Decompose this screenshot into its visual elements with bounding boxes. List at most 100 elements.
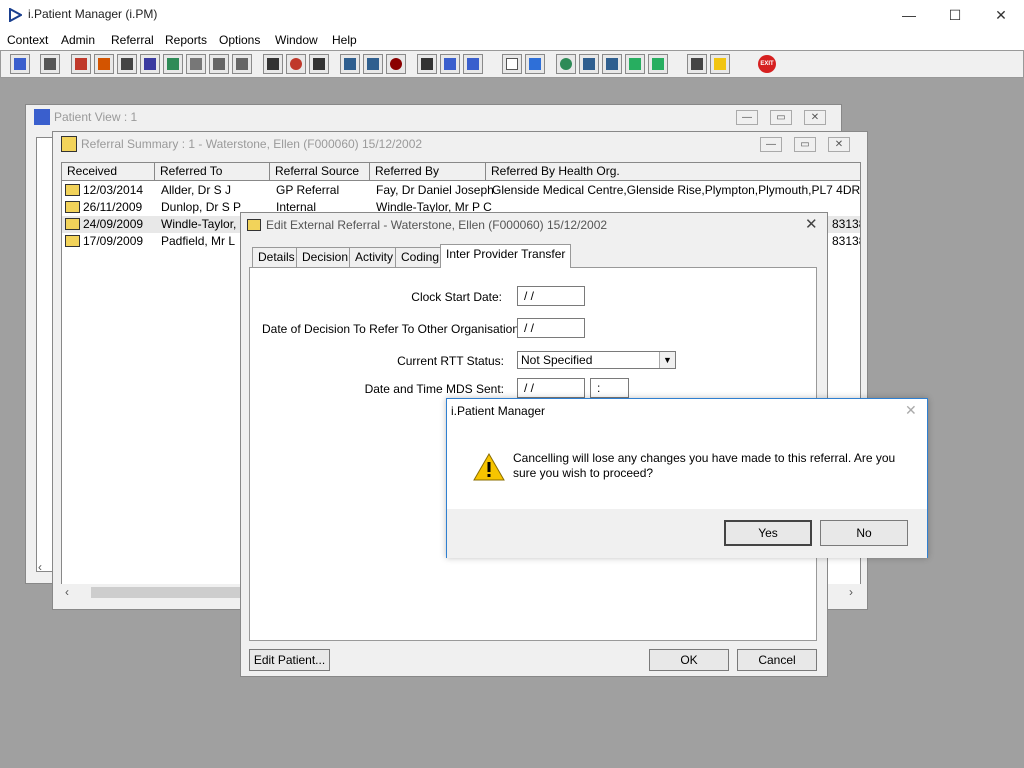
scroll-left-icon[interactable]: ‹ [38,560,42,574]
cell-referred-to: Allder, Dr S J [161,183,232,197]
screen-icon[interactable] [309,54,329,74]
warning-icon[interactable] [710,54,730,74]
patient-icon[interactable] [10,54,30,74]
message-box-footer: Yes No [447,509,927,558]
cell-received: 17/09/2009 [83,234,144,248]
maximize-icon[interactable]: ☐ [932,2,978,28]
edit-patient-button[interactable]: Edit Patient... [249,649,330,671]
printer-icon[interactable] [40,54,60,74]
column-header-referred-by[interactable]: Referred By [370,163,486,181]
check-icon[interactable] [579,54,599,74]
warning-icon [473,452,505,481]
clock-icon[interactable] [286,54,306,74]
menu-context[interactable]: Context [7,33,48,47]
edit-referral-title: Edit External Referral - Waterstone, Ell… [266,218,608,232]
edit-icon[interactable] [94,54,114,74]
chart-icon[interactable] [525,54,545,74]
menu-options[interactable]: Options [219,33,260,47]
message-box-title: i.Patient Manager [451,404,546,418]
restore-icon[interactable]: ▭ [794,137,816,152]
form-icon[interactable] [363,54,383,74]
referral-summary-title-bar: Referral Summary : 1 - Waterstone, Ellen… [53,132,867,156]
list-icon[interactable] [417,54,437,74]
yes-button[interactable]: Yes [724,520,812,546]
menu-window[interactable]: Window [275,33,318,47]
decision-date-input[interactable]: / / [517,318,585,338]
mds-sent-label: Date and Time MDS Sent: [364,382,504,396]
clock-start-label: Clock Start Date: [411,290,502,304]
restore-icon[interactable]: ▭ [770,110,792,125]
column-header-received[interactable]: Received [62,163,155,181]
referral-icon [247,219,261,231]
form-icon[interactable] [340,54,360,74]
tab-details[interactable]: Details [252,247,301,267]
toolbar: EXIT [0,50,1024,78]
stopwatch-icon[interactable] [386,54,406,74]
rtt-status-value: Not Specified [521,353,593,367]
menu-admin[interactable]: Admin [61,33,95,47]
minimize-icon[interactable]: — [886,2,932,28]
transfer-icon[interactable] [687,54,707,74]
app-title-bar: i.Patient Manager (i.PM) — ☐ ✕ [0,0,1024,30]
search-icon[interactable] [117,54,137,74]
message-text: Cancelling will lose any changes you hav… [513,451,896,480]
flag-icon[interactable] [209,54,229,74]
no-button[interactable]: No [820,520,908,546]
referral-icon [65,218,80,230]
table-row[interactable]: 12/03/2014 Allder, Dr S J GP Referral Fa… [62,182,861,199]
scroll-left-icon[interactable]: ‹ [65,585,69,599]
close-icon[interactable]: ✕ [905,402,917,419]
menu-help[interactable]: Help [332,33,357,47]
close-icon[interactable]: ✕ [804,110,826,125]
menu-reports[interactable]: Reports [165,33,207,47]
referral-summary-title: Referral Summary : 1 - Waterstone, Ellen… [81,137,423,151]
chevron-down-icon[interactable]: ▼ [659,352,675,368]
menu-referral[interactable]: Referral [111,33,154,47]
minimize-icon[interactable]: — [736,110,758,125]
close-icon[interactable]: ✕ [805,215,818,233]
cancel-button[interactable]: Cancel [737,649,817,671]
patient-icon [34,109,50,125]
person-icon[interactable] [163,54,183,74]
referral-icon [61,136,77,152]
app-logo-icon [9,8,22,22]
patient-view-title-bar: Patient View : 1 — ▭ ✕ [26,105,841,129]
cell-referred-by: Fay, Dr Daniel Joseph [376,183,494,197]
document-icon[interactable] [502,54,522,74]
book-icon[interactable] [71,54,91,74]
tab-coding[interactable]: Coding [395,247,446,267]
patient-view-title: Patient View : 1 [54,110,138,124]
ambulance-icon[interactable] [463,54,483,74]
check-icon[interactable] [602,54,622,74]
close-icon[interactable]: ✕ [978,2,1024,28]
refresh-icon[interactable] [648,54,668,74]
scroll-right-icon[interactable]: › [849,585,853,599]
exit-icon[interactable]: EXIT [757,54,779,74]
minimize-icon[interactable]: — [760,137,782,152]
close-icon[interactable]: ✕ [828,137,850,152]
notes-icon[interactable] [186,54,206,74]
cell-health-org: Glenside Medical Centre,Glenside Rise,Pl… [492,183,861,197]
referral-grid-header: Received Referred To Referral Source Ref… [62,163,860,181]
cell-referred-to: Windle-Taylor, M [161,217,250,231]
rtt-status-select[interactable]: Not Specified ▼ [517,351,676,369]
tab-activity[interactable]: Activity [349,247,400,267]
scrollbar-thumb[interactable] [91,587,251,598]
exit-label: EXIT [758,55,776,73]
tab-inter-provider-transfer[interactable]: Inter Provider Transfer [440,244,572,268]
ok-button[interactable]: OK [649,649,729,671]
clock-start-date-input[interactable]: / / [517,286,585,306]
refresh-icon[interactable] [625,54,645,74]
bed-icon[interactable] [440,54,460,74]
mds-sent-time-input[interactable]: : [590,378,629,398]
tab-decision[interactable]: Decision [296,247,355,267]
column-header-health-org[interactable]: Referred By Health Org. [486,163,860,181]
cell-source: GP Referral [276,183,340,197]
magnifier-icon[interactable] [263,54,283,74]
flag-icon[interactable] [232,54,252,74]
column-header-referred-to[interactable]: Referred To [155,163,270,181]
mail-icon[interactable] [140,54,160,74]
mds-sent-date-input[interactable]: / / [517,378,585,398]
globe-icon[interactable] [556,54,576,74]
column-header-referral-source[interactable]: Referral Source [270,163,370,181]
